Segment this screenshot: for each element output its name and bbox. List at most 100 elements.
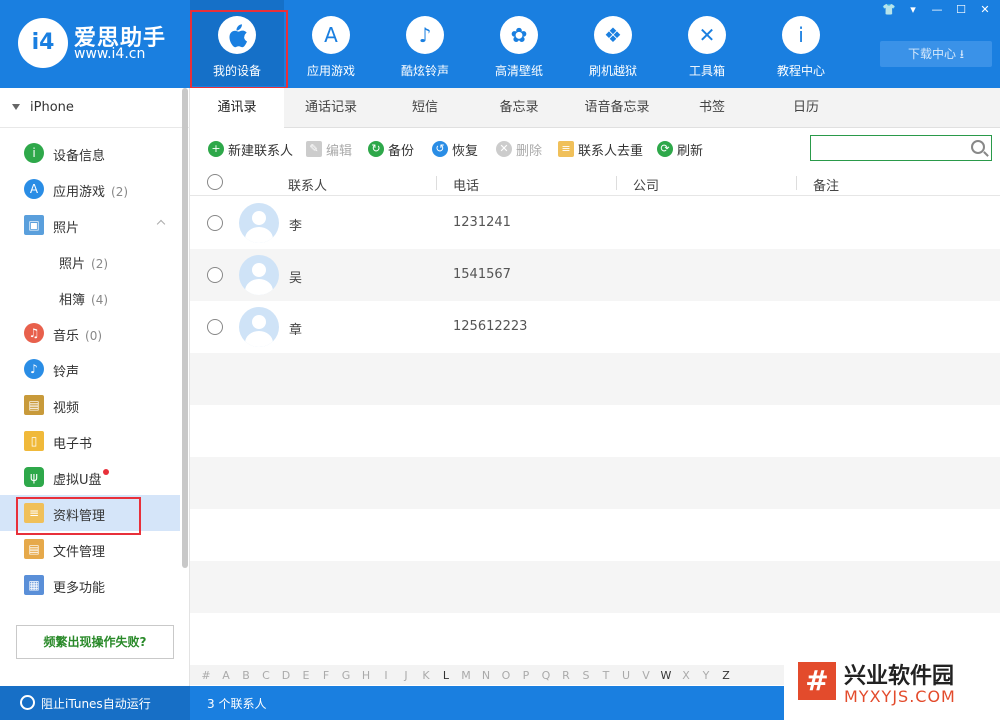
alphabet-letter[interactable]: M <box>456 669 476 682</box>
alphabet-letter[interactable]: L <box>436 669 456 682</box>
sidebar-item-more[interactable]: ▦ 更多功能 <box>0 567 180 603</box>
backup-icon: ↻ <box>368 141 384 157</box>
tab-bookmarks[interactable]: 书签 <box>668 88 756 128</box>
sidebar: iPhone i 设备信息 A 应用游戏 (2) ▣ 照片 照片 (2) 相簿 (4)… <box>0 88 190 686</box>
alphabet-letter[interactable]: X <box>676 669 696 682</box>
alphabet-letter[interactable]: S <box>576 669 596 682</box>
nav-flash-jailbreak[interactable]: ❖ 刷机越狱 <box>566 0 660 86</box>
nav-wallpapers[interactable]: ✿ 高清壁纸 <box>472 0 566 86</box>
close-icon[interactable]: ✕ <box>976 3 994 17</box>
menu-icon[interactable]: ▾ <box>904 3 922 17</box>
download-center-button[interactable]: 下载中心 ⭳ <box>880 41 992 67</box>
alphabet-letter[interactable]: K <box>416 669 436 682</box>
tab-calendar[interactable]: 日历 <box>756 88 856 128</box>
alphabet-letter[interactable]: J <box>396 669 416 682</box>
alphabet-letter[interactable]: C <box>256 669 276 682</box>
alphabet-letter[interactable]: Y <box>696 669 716 682</box>
row-radio[interactable] <box>207 267 223 283</box>
book-icon: ▯ <box>24 431 44 451</box>
search-icon[interactable] <box>971 140 985 154</box>
alphabet-letter[interactable]: F <box>316 669 336 682</box>
row-radio[interactable] <box>207 215 223 231</box>
sidebar-item-apps[interactable]: A 应用游戏 (2) <box>0 171 180 207</box>
header-notes[interactable]: 备注 <box>813 175 839 194</box>
sidebar-item-ringtones[interactable]: ♪ 铃声 <box>0 351 180 387</box>
tab-sms[interactable]: 短信 <box>378 88 472 128</box>
avatar <box>239 307 279 347</box>
table-row[interactable]: 李 1231241 <box>190 197 1000 249</box>
sidebar-item-device-info[interactable]: i 设备信息 <box>0 135 180 171</box>
block-itunes-toggle[interactable]: 阻止iTunes自动运行 <box>0 686 190 720</box>
alphabet-letter[interactable]: G <box>336 669 356 682</box>
tab-call-log[interactable]: 通话记录 <box>284 88 378 128</box>
alphabet-letter[interactable]: N <box>476 669 496 682</box>
nav-tutorials[interactable]: i 教程中心 <box>754 0 848 86</box>
select-all-radio[interactable] <box>207 174 223 190</box>
alphabet-letter[interactable]: I <box>376 669 396 682</box>
refresh-button[interactable]: ⟳ 刷新 <box>657 140 703 159</box>
chevron-up-icon[interactable] <box>156 219 166 229</box>
dedupe-contacts-button[interactable]: ≡ 联系人去重 <box>558 140 643 159</box>
table-row[interactable]: 吴 1541567 <box>190 249 1000 301</box>
alphabet-letter[interactable]: E <box>296 669 316 682</box>
app-logo[interactable]: i4 爱思助手 www.i4.cn <box>18 18 178 68</box>
sidebar-item-albums[interactable]: 相簿 (4) <box>0 279 180 315</box>
device-header[interactable]: iPhone <box>0 88 190 128</box>
alphabet-letter[interactable]: W <box>656 669 676 682</box>
edit-button[interactable]: ✎ 编辑 <box>306 140 352 159</box>
alphabet-letter[interactable]: D <box>276 669 296 682</box>
sidebar-item-photos-sub[interactable]: 照片 (2) <box>0 243 180 279</box>
nav-apps-games[interactable]: A 应用游戏 <box>284 0 378 86</box>
nav-label: 应用游戏 <box>306 64 355 78</box>
table-row[interactable]: 章 125612223 <box>190 301 1000 353</box>
sidebar-item-ebooks[interactable]: ▯ 电子书 <box>0 423 180 459</box>
alphabet-letter[interactable]: Q <box>536 669 556 682</box>
tab-notes[interactable]: 备忘录 <box>472 88 566 128</box>
search-input[interactable] <box>810 135 992 161</box>
skin-icon[interactable]: 👕 <box>880 3 898 17</box>
nav-ringtones[interactable]: ♪ 酷炫铃声 <box>378 0 472 86</box>
header-company[interactable]: 公司 <box>633 175 659 194</box>
sidebar-item-count: (4) <box>91 293 109 307</box>
nav-label: 刷机越狱 <box>588 64 637 78</box>
alphabet-letter[interactable]: U <box>616 669 636 682</box>
column-divider[interactable] <box>796 176 797 190</box>
column-divider[interactable] <box>436 176 437 190</box>
frequent-failure-button[interactable]: 频繁出现操作失败? <box>16 625 174 659</box>
alphabet-letter[interactable]: R <box>556 669 576 682</box>
alphabet-letter[interactable]: # <box>196 669 216 682</box>
header-contact[interactable]: 联系人 <box>288 175 327 194</box>
column-divider[interactable] <box>616 176 617 190</box>
sidebar-item-file-management[interactable]: ▤ 文件管理 <box>0 531 180 567</box>
tab-voice-memos[interactable]: 语音备忘录 <box>566 88 668 128</box>
row-radio[interactable] <box>207 319 223 335</box>
tab-contacts[interactable]: 通讯录 <box>190 88 284 128</box>
alphabet-letter[interactable]: Z <box>716 669 736 682</box>
alphabet-letter[interactable]: O <box>496 669 516 682</box>
nav-toolbox[interactable]: ✕ 工具箱 <box>660 0 754 86</box>
sidebar-item-photos[interactable]: ▣ 照片 <box>0 207 180 243</box>
delete-button[interactable]: ✕ 删除 <box>496 140 542 159</box>
sidebar-item-data-management[interactable]: ≡ 资料管理 <box>0 495 180 535</box>
alphabet-letter[interactable]: P <box>516 669 536 682</box>
sidebar-item-video[interactable]: ▤ 视频 <box>0 387 180 423</box>
alphabet-letter[interactable]: B <box>236 669 256 682</box>
alphabet-letter[interactable]: A <box>216 669 236 682</box>
new-contact-button[interactable]: + 新建联系人 <box>208 140 293 159</box>
minimize-icon[interactable]: — <box>928 3 946 17</box>
sidebar-scrollbar[interactable] <box>182 88 188 568</box>
main-nav: 我的设备 A 应用游戏 ♪ 酷炫铃声 ✿ 高清壁纸 ❖ 刷机越狱 ✕ 工具箱 i… <box>190 0 848 89</box>
sidebar-item-virtual-usb[interactable]: ψ 虚拟U盘 <box>0 459 180 495</box>
nav-my-device[interactable]: 我的设备 <box>190 0 288 89</box>
alphabet-letter[interactable]: H <box>356 669 376 682</box>
nav-label: 教程中心 <box>776 64 825 78</box>
alphabet-letter[interactable]: V <box>636 669 656 682</box>
maximize-icon[interactable]: ☐ <box>952 3 970 17</box>
backup-button[interactable]: ↻ 备份 <box>368 140 414 159</box>
restore-button[interactable]: ↺ 恢复 <box>432 140 478 159</box>
sidebar-item-count: (0) <box>85 329 103 343</box>
flower-icon: ✿ <box>500 16 538 54</box>
alphabet-letter[interactable]: T <box>596 669 616 682</box>
header-phone[interactable]: 电话 <box>453 175 479 194</box>
sidebar-item-music[interactable]: ♫ 音乐 (0) <box>0 315 180 351</box>
